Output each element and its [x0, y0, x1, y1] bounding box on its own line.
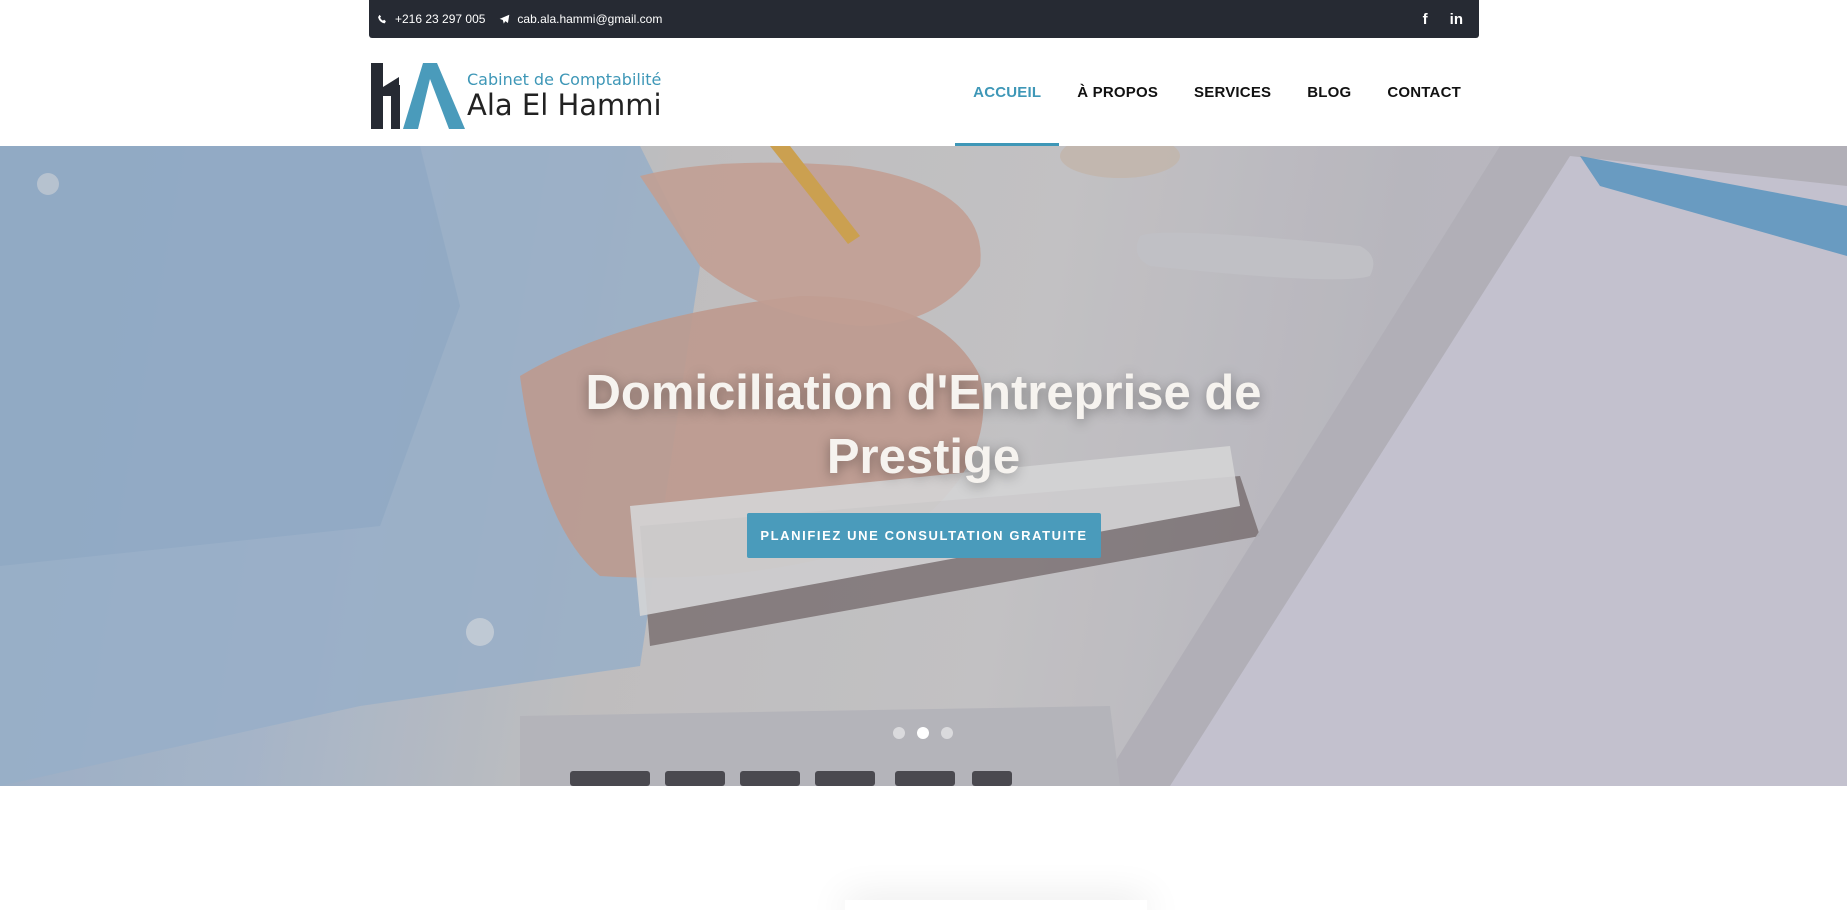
logo-text: Cabinet de Comptabilité Ala El Hammi	[467, 70, 662, 122]
site-logo[interactable]: Cabinet de Comptabilité Ala El Hammi	[369, 63, 662, 129]
logo-mark	[371, 63, 465, 129]
linkedin-icon[interactable]: in	[1450, 11, 1463, 28]
nav-item-contact[interactable]: CONTACT	[1369, 38, 1479, 146]
consultation-button[interactable]: PLANIFIEZ UNE CONSULTATION GRATUITE	[747, 513, 1101, 558]
slider-dot-2-active[interactable]	[917, 727, 929, 739]
top-bar: +216 23 297 005 cab.ala.hammi@gmail.com …	[369, 0, 1479, 38]
paper-plane-icon	[500, 14, 510, 24]
content-card-preview	[845, 900, 1147, 910]
hero-title-line-1: Domiciliation d'Entreprise de	[585, 366, 1262, 420]
hero-slider: Domiciliation d'Entreprise de Prestige P…	[0, 146, 1847, 786]
main-navigation: ACCUEIL À PROPOS SERVICES BLOG CONTACT	[955, 38, 1479, 146]
phone-contact[interactable]: +216 23 297 005	[377, 12, 485, 26]
hero-title-line-2: Prestige	[826, 430, 1021, 484]
phone-icon	[378, 14, 386, 23]
slider-dot-1[interactable]	[893, 727, 905, 739]
contact-info: +216 23 297 005 cab.ala.hammi@gmail.com	[377, 12, 662, 26]
email-contact[interactable]: cab.ala.hammi@gmail.com	[499, 12, 662, 26]
site-header: Cabinet de Comptabilité Ala El Hammi ACC…	[0, 38, 1847, 146]
brand-tagline: Cabinet de Comptabilité	[467, 70, 662, 89]
nav-item-accueil[interactable]: ACCUEIL	[955, 38, 1060, 146]
slider-dot-3[interactable]	[941, 727, 953, 739]
social-links: f in	[1423, 11, 1471, 28]
nav-item-a-propos[interactable]: À PROPOS	[1059, 38, 1176, 146]
nav-item-blog[interactable]: BLOG	[1289, 38, 1369, 146]
slider-pagination	[893, 727, 953, 739]
phone-number: +216 23 297 005	[395, 12, 486, 26]
nav-item-services[interactable]: SERVICES	[1176, 38, 1289, 146]
brand-name: Ala El Hammi	[467, 88, 662, 122]
hero-title: Domiciliation d'Entreprise de Prestige	[0, 361, 1847, 489]
facebook-icon[interactable]: f	[1423, 11, 1428, 28]
email-address: cab.ala.hammi@gmail.com	[517, 12, 663, 26]
